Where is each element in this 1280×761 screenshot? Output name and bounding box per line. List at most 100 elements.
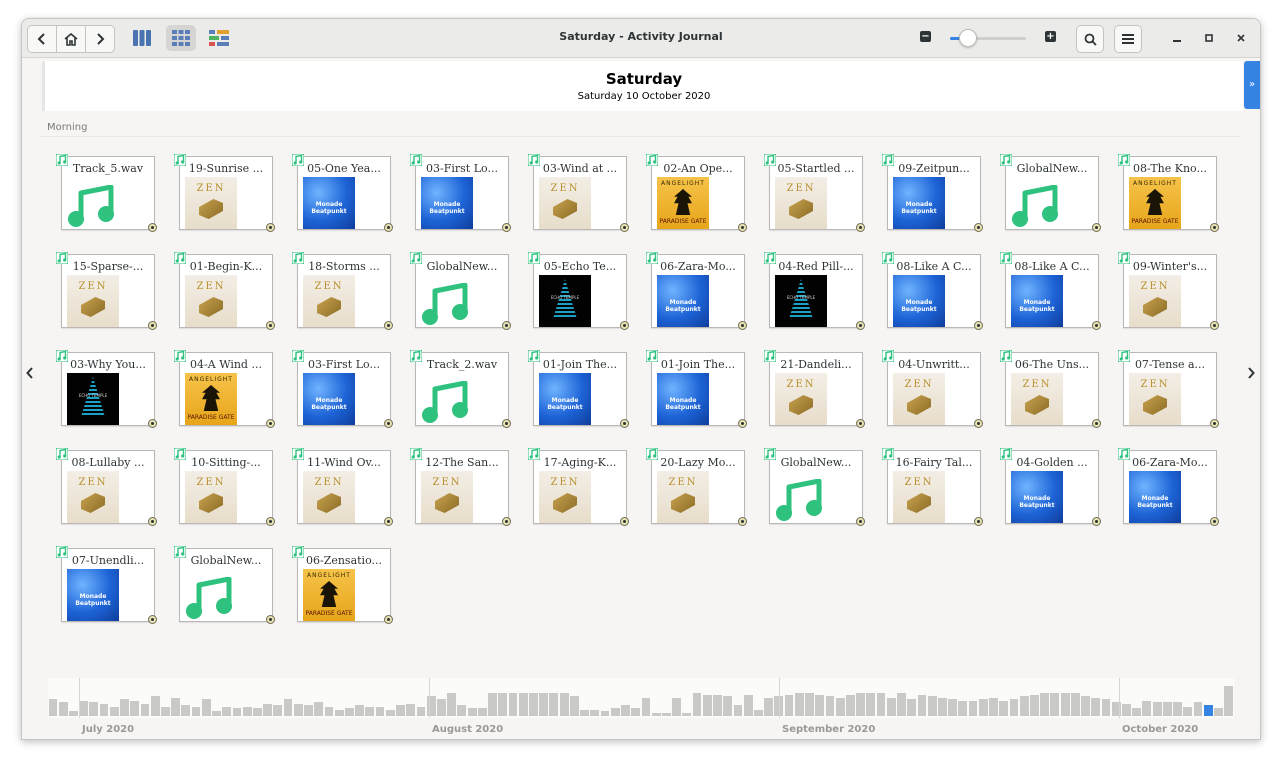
timeline-bar[interactable] (58, 702, 68, 716)
timeline-bar[interactable] (621, 705, 630, 716)
timeline-bar[interactable] (334, 710, 344, 716)
activity-tile[interactable]: 08-Like A C... Monade Beatpunkt (881, 251, 983, 330)
timeline-bar[interactable] (293, 704, 303, 716)
timeline-bar[interactable] (120, 699, 129, 716)
timeline-bar[interactable] (99, 704, 109, 716)
timeline-bar[interactable] (815, 695, 825, 716)
timeline-bar[interactable] (252, 708, 262, 716)
timeline-bar[interactable] (1091, 698, 1101, 716)
minimize-button[interactable] (1168, 29, 1186, 47)
timeline-bar[interactable] (1009, 699, 1019, 716)
timeline-bar[interactable] (1050, 693, 1060, 716)
timeline-bar-selected[interactable] (1203, 705, 1213, 716)
activity-tile[interactable]: 16-Fairy Tal... ZEN (881, 447, 983, 526)
timeline-bar[interactable] (784, 695, 794, 716)
timeline-bar[interactable] (794, 693, 804, 716)
timeline-bar[interactable] (283, 699, 293, 716)
activity-tile[interactable]: 06-Zara-Mo... Monade Beatpunkt (645, 251, 747, 330)
timeline-bar[interactable] (927, 696, 937, 716)
timeline-bar[interactable] (631, 708, 641, 716)
sidebar-toggle-button[interactable]: » (1244, 61, 1260, 109)
timeline-bar[interactable] (1101, 699, 1111, 716)
timeline-bar[interactable] (447, 693, 457, 716)
timeline-bar[interactable] (518, 693, 528, 716)
timeline-bar[interactable] (968, 701, 978, 716)
timeline-bar[interactable] (477, 708, 487, 716)
activity-tile[interactable]: 12-The San... ZEN (409, 447, 511, 526)
activity-tile[interactable]: 04-Red Pill-... ECHO TEMPLE (763, 251, 865, 330)
timeline-bar[interactable] (743, 695, 753, 716)
timeline-bar[interactable] (958, 701, 968, 716)
timeline-bar[interactable] (508, 693, 518, 716)
activity-tile[interactable]: 21-Dandeli... ZEN (763, 349, 865, 428)
timeline-bar[interactable] (130, 701, 140, 716)
timeline-bar[interactable] (549, 693, 559, 716)
timeline-bar[interactable] (539, 693, 549, 716)
timeline-bar[interactable] (672, 698, 681, 716)
timeline-bar[interactable] (1193, 702, 1203, 716)
activity-tile[interactable]: 08-Lullaby ... ZEN (55, 447, 157, 526)
timeline-bar[interactable] (498, 693, 508, 716)
timeline-bar[interactable] (1152, 702, 1162, 716)
timeline-bar[interactable] (529, 693, 538, 716)
timeline-bar[interactable] (263, 704, 273, 716)
activity-tile[interactable]: 11-Wind Ov... ZEN (291, 447, 393, 526)
activity-tile[interactable]: Track_5.wav (55, 153, 157, 232)
activity-tile[interactable]: 20-Lazy Mo... ZEN (645, 447, 747, 526)
activity-tile[interactable]: 10-Sitting-... ZEN (173, 447, 275, 526)
timeline-bar[interactable] (314, 702, 324, 716)
timeline-bar[interactable] (242, 707, 252, 716)
timeline-bar[interactable] (365, 707, 375, 716)
activity-tile[interactable]: 08-Like A C... Monade Beatpunkt (999, 251, 1101, 330)
timeline-bar[interactable] (48, 699, 58, 716)
timeline-bar[interactable] (917, 695, 927, 716)
timeline-bar[interactable] (304, 705, 313, 716)
activity-tile[interactable]: GlobalNew... (173, 545, 275, 624)
timeline-bar[interactable] (345, 708, 354, 716)
timeline-bar[interactable] (651, 713, 661, 716)
previous-day-button[interactable] (26, 367, 34, 383)
timeline-bar[interactable] (355, 705, 365, 716)
timeline-bar[interactable] (201, 699, 211, 716)
timeline-bar[interactable] (876, 693, 886, 716)
timeline-bar[interactable] (1019, 696, 1029, 716)
timeline-bar[interactable] (805, 693, 814, 716)
activity-tile[interactable]: Track_2.wav (409, 349, 511, 428)
timeline-bar[interactable] (661, 713, 671, 716)
activity-tile[interactable]: 18-Storms ... ZEN (291, 251, 393, 330)
timeline-bar[interactable] (1040, 693, 1050, 716)
timeline-bar[interactable] (682, 713, 692, 716)
timeline-bar[interactable] (825, 696, 835, 716)
timeline-bar[interactable] (89, 702, 99, 716)
timeline-bar[interactable] (109, 707, 119, 716)
timeline-bar[interactable] (406, 704, 416, 716)
timeline-bar[interactable] (150, 696, 160, 716)
next-day-button[interactable] (1247, 367, 1255, 383)
timeline-bar[interactable] (897, 693, 906, 716)
activity-tile[interactable]: GlobalNew... (999, 153, 1101, 232)
activity-tile[interactable]: 05-One Yea... Monade Beatpunkt (291, 153, 393, 232)
timeline-bar[interactable] (1060, 693, 1070, 716)
timeline-bar[interactable] (733, 705, 743, 716)
activity-tile[interactable]: 03-Why You... ECHO TEMPLE (55, 349, 157, 428)
timeline-bar[interactable] (948, 699, 958, 716)
timeline-bar[interactable] (171, 698, 180, 716)
timeline-bar[interactable] (212, 711, 221, 716)
timeline-bar[interactable] (590, 710, 600, 716)
timeline-bar[interactable] (437, 699, 446, 716)
timeline-bar[interactable] (1081, 696, 1090, 716)
timeline-bar[interactable] (488, 693, 497, 716)
timeline-bar[interactable] (160, 707, 170, 716)
activity-tile[interactable]: 03-First Lo... Monade Beatpunkt (291, 349, 393, 428)
timeline-bar[interactable] (989, 698, 998, 716)
activity-tile[interactable]: 02-An Ope... ANGELIGHT PARADISE GATE (645, 153, 747, 232)
activity-tile[interactable]: 06-The Uns... ZEN (999, 349, 1101, 428)
timeline-bar[interactable] (600, 711, 610, 716)
timeline-bar[interactable] (856, 693, 866, 716)
timeline-bar[interactable] (978, 699, 988, 716)
timeline-bars[interactable] (48, 678, 1234, 718)
timeline-bar[interactable] (559, 693, 569, 716)
timeline-bar[interactable] (79, 701, 88, 716)
timeline-bar[interactable] (232, 708, 242, 716)
activity-tile[interactable]: 15-Sparse-... ZEN (55, 251, 157, 330)
